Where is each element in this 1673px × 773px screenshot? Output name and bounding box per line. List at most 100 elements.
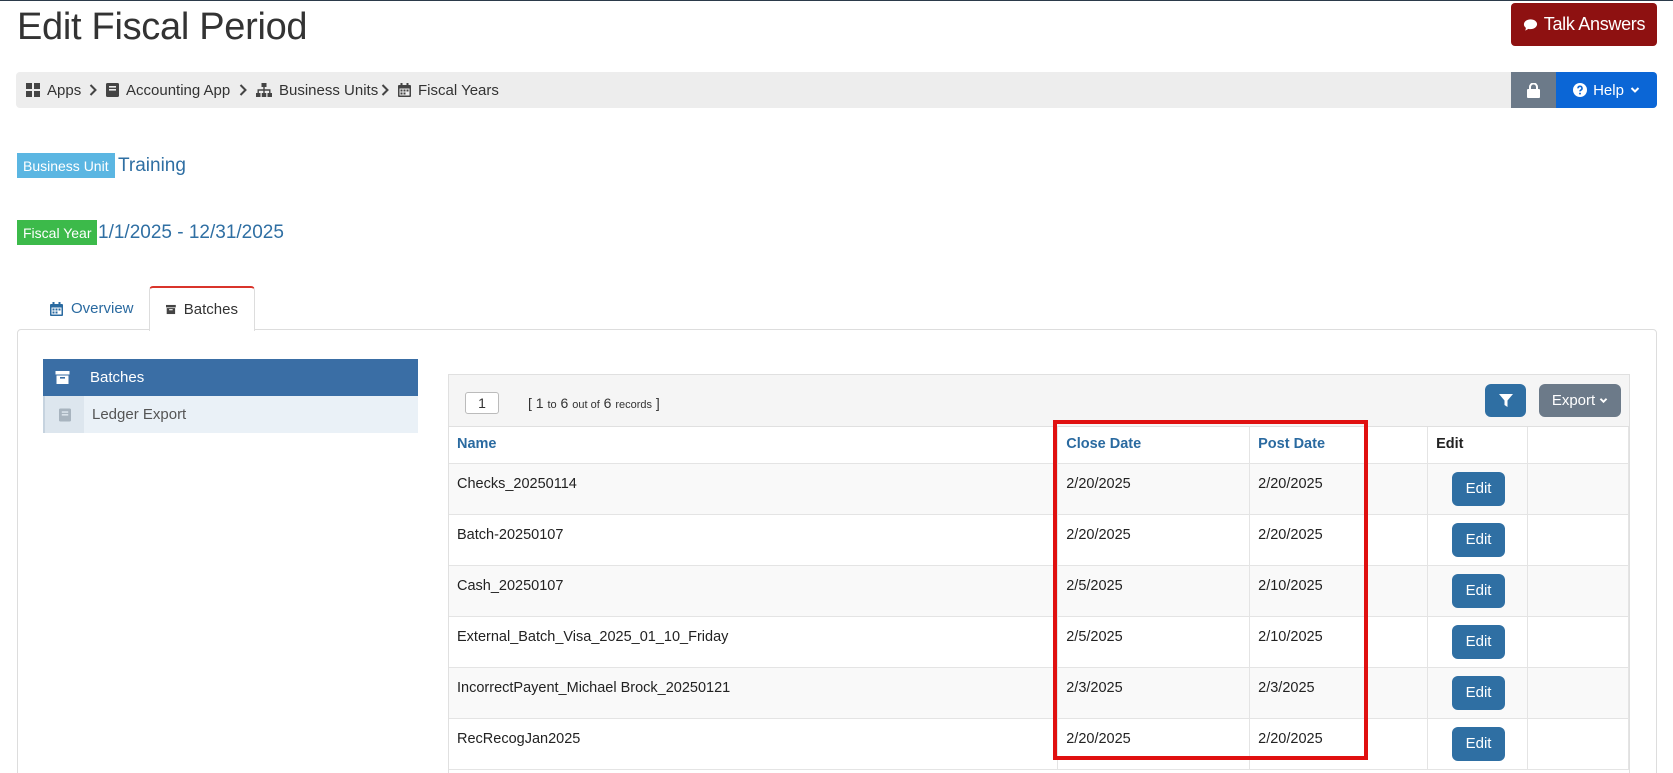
side-nav-item-ledger-export[interactable]: Ledger Export: [43, 396, 418, 433]
cell-post-date: 2/20/2025: [1249, 718, 1429, 770]
column-header-empty: [1527, 427, 1629, 464]
edit-button[interactable]: Edit: [1452, 726, 1506, 761]
cell-close-date: 2/3/2025: [1057, 667, 1251, 719]
cell-close-date: 2/20/2025: [1057, 463, 1251, 515]
book-icon: [45, 396, 84, 433]
filter-icon: [1498, 393, 1513, 407]
record-from: 1: [535, 395, 544, 411]
cell-edit: Edit: [1427, 718, 1529, 770]
cell-post-date: 2/3/2025: [1249, 667, 1429, 719]
th-large-icon: [26, 83, 40, 97]
tab-overview[interactable]: Overview: [34, 286, 150, 331]
breadcrumb-item-fiscal-years[interactable]: Fiscal Years: [398, 72, 499, 108]
table-row: Cash_20250107 2/5/2025 2/10/2025 Edit: [449, 565, 1629, 617]
fiscal-year-value: 1/1/2025 - 12/31/2025: [98, 222, 284, 243]
record-bracket-close: ]: [655, 395, 660, 411]
cell-edit: Edit: [1427, 565, 1529, 617]
lock-button[interactable]: [1511, 72, 1556, 108]
breadcrumb-label: Business Units: [279, 81, 379, 99]
column-header-close-date[interactable]: Close Date: [1057, 427, 1251, 464]
side-nav-label: Batches: [90, 369, 145, 386]
filter-button[interactable]: [1485, 384, 1526, 417]
edit-button[interactable]: Edit: [1452, 624, 1506, 659]
edit-button[interactable]: Edit: [1452, 471, 1506, 506]
cell-edit: Edit: [1427, 667, 1529, 719]
batches-grid: 1 [ 1 to 6 out of 6 records ] Export Nam…: [448, 374, 1630, 773]
fiscal-year-badge: Fiscal Year: [17, 220, 98, 245]
talk-answers-label: Talk Answers: [1543, 14, 1646, 34]
record-total: 6: [603, 395, 612, 411]
calendar-icon: [50, 301, 63, 316]
lock-icon: [1527, 82, 1540, 98]
cell-close-date: 2/20/2025: [1057, 718, 1251, 770]
cell-close-date: 2/5/2025: [1057, 565, 1251, 617]
edit-button[interactable]: Edit: [1452, 573, 1506, 608]
cell-post-date: 2/20/2025: [1249, 463, 1429, 515]
cell-close-date: 2/20/2025: [1057, 514, 1251, 566]
record-to-word: to: [547, 399, 557, 411]
page-title: Edit Fiscal Period: [17, 6, 308, 48]
calendar-icon: [398, 83, 411, 97]
business-unit-badge: Business Unit: [17, 153, 115, 178]
breadcrumb-item-business-units[interactable]: Business Units: [256, 72, 378, 108]
cell-empty: [1527, 463, 1629, 515]
book-icon: [106, 83, 119, 97]
cell-name: Checks_20250114: [449, 463, 1059, 515]
talk-answers-button[interactable]: Talk Answers: [1511, 3, 1657, 46]
column-header-post-date[interactable]: Post Date: [1249, 427, 1429, 464]
cell-post-date: 2/10/2025: [1249, 565, 1429, 617]
cell-empty: [1527, 616, 1629, 668]
cell-empty: [1527, 718, 1629, 770]
archive-icon: [166, 304, 176, 315]
batches-table: Name Close Date Post Date Edit Checks_20…: [449, 427, 1629, 770]
breadcrumb: Apps Accounting App Business Units Fisca…: [16, 72, 1657, 108]
top-border: [0, 0, 1673, 1]
table-row: RecRecogJan2025 2/20/2025 2/20/2025 Edit: [449, 718, 1629, 770]
table-row: IncorrectPayent_Michael Brock_20250121 2…: [449, 667, 1629, 719]
breadcrumb-item-apps[interactable]: Apps: [26, 72, 81, 108]
chevron-right-icon: [381, 84, 389, 96]
cell-name: External_Batch_Visa_2025_01_10_Friday: [449, 616, 1059, 668]
side-nav: Batches Ledger Export: [43, 359, 418, 433]
breadcrumb-label: Accounting App: [126, 81, 231, 99]
side-nav-item-batches[interactable]: Batches: [43, 359, 418, 396]
tab-batches[interactable]: Batches: [149, 286, 255, 331]
help-dropdown-button[interactable]: Help: [1556, 72, 1657, 108]
record-count: [ 1 to 6 out of 6 records ]: [528, 395, 660, 411]
help-label: Help: [1593, 81, 1624, 99]
table-row: Batch-20250107 2/20/2025 2/20/2025 Edit: [449, 514, 1629, 566]
table-header-row: Name Close Date Post Date Edit: [449, 427, 1629, 464]
cell-edit: Edit: [1427, 514, 1529, 566]
cell-name: IncorrectPayent_Michael Brock_20250121: [449, 667, 1059, 719]
column-header-name[interactable]: Name: [449, 427, 1059, 464]
cell-name: Batch-20250107: [449, 514, 1059, 566]
column-header-edit: Edit: [1427, 427, 1529, 464]
cell-post-date: 2/10/2025: [1249, 616, 1429, 668]
cell-close-date: 2/5/2025: [1057, 616, 1251, 668]
comment-icon: [1523, 18, 1537, 31]
chevron-right-icon: [239, 84, 247, 96]
cell-post-date: 2/20/2025: [1249, 514, 1429, 566]
tab-label: Overview: [71, 300, 134, 317]
breadcrumb-item-accounting-app[interactable]: Accounting App: [106, 72, 230, 108]
edit-button[interactable]: Edit: [1452, 675, 1506, 710]
export-dropdown-button[interactable]: Export: [1539, 384, 1621, 417]
cell-empty: [1527, 565, 1629, 617]
question-circle-icon: [1573, 83, 1588, 97]
cell-edit: Edit: [1427, 616, 1529, 668]
chevron-right-icon: [89, 84, 97, 96]
record-out-of-word: out of: [572, 399, 600, 411]
breadcrumb-label: Apps: [47, 81, 82, 99]
breadcrumb-label: Fiscal Years: [418, 81, 499, 99]
cell-name: Cash_20250107: [449, 565, 1059, 617]
page-number-input[interactable]: 1: [465, 392, 499, 414]
edit-button[interactable]: Edit: [1452, 522, 1506, 557]
table-row: Checks_20250114 2/20/2025 2/20/2025 Edit: [449, 463, 1629, 515]
record-to: 6: [560, 395, 569, 411]
business-unit-value: Training: [118, 155, 186, 176]
cell-edit: Edit: [1427, 463, 1529, 515]
record-records-word: records: [615, 399, 653, 411]
grid-toolbar: 1 [ 1 to 6 out of 6 records ] Export: [449, 375, 1629, 427]
record-bracket-open: [: [528, 395, 532, 411]
sitemap-icon: [256, 83, 272, 97]
